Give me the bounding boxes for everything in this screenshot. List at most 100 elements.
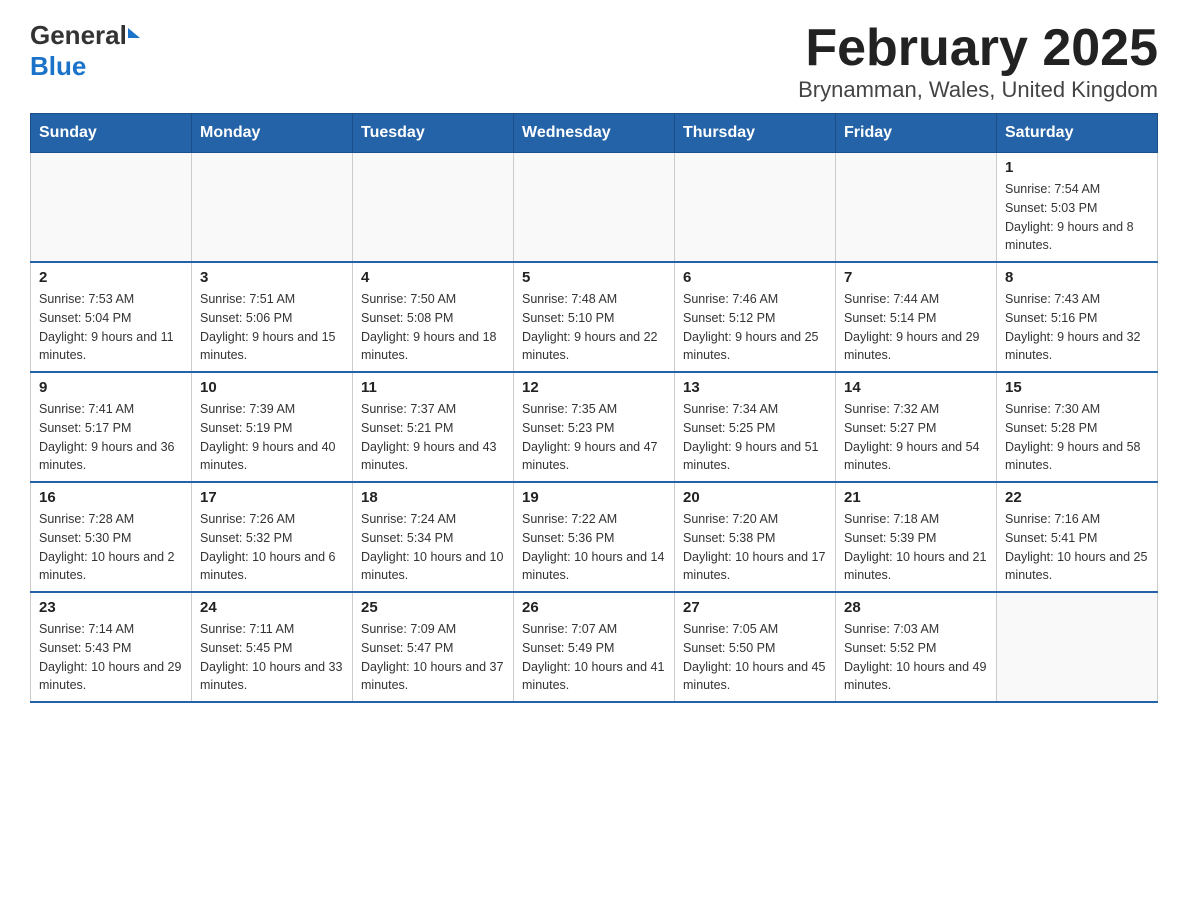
calendar-cell: 4Sunrise: 7:50 AMSunset: 5:08 PMDaylight…	[353, 262, 514, 372]
day-number: 2	[39, 269, 183, 286]
day-info: Sunrise: 7:22 AMSunset: 5:36 PMDaylight:…	[522, 510, 666, 585]
day-info: Sunrise: 7:53 AMSunset: 5:04 PMDaylight:…	[39, 290, 183, 365]
logo-arrow-icon	[128, 28, 140, 38]
day-number: 12	[522, 379, 666, 396]
calendar-body: 1Sunrise: 7:54 AMSunset: 5:03 PMDaylight…	[31, 153, 1158, 703]
calendar-header: Sunday Monday Tuesday Wednesday Thursday…	[31, 114, 1158, 153]
day-info: Sunrise: 7:46 AMSunset: 5:12 PMDaylight:…	[683, 290, 827, 365]
title-block: February 2025 Brynamman, Wales, United K…	[798, 20, 1158, 103]
day-number: 14	[844, 379, 988, 396]
calendar-cell: 3 Sunrise: 7:51 AMSunset: 5:06 PMDaylight…	[192, 262, 353, 372]
week-row-4: 16 Sunrise: 7:28 AMSunset: 5:30 PMDayligh…	[31, 482, 1158, 592]
col-friday: Friday	[836, 114, 997, 153]
day-info: Sunrise: 7:35 AMSunset: 5:23 PMDaylight:…	[522, 400, 666, 475]
calendar-cell: 20 Sunrise: 7:20 AMSunset: 5:38 PMDayligh…	[675, 482, 836, 592]
day-info: Sunrise: 7:07 AMSunset: 5:49 PMDaylight:…	[522, 620, 666, 695]
day-info: Sunrise: 7:28 AMSunset: 5:30 PMDaylight:…	[39, 510, 183, 585]
calendar-cell: 17 Sunrise: 7:26 AMSunset: 5:32 PMDayligh…	[192, 482, 353, 592]
day-info: Sunrise: 7:37 AMSunset: 5:21 PMDaylight:…	[361, 400, 505, 475]
day-info: Sunrise: 7:18 AMSunset: 5:39 PMDaylight:…	[844, 510, 988, 585]
calendar-cell: 14 Sunrise: 7:32 AMSunset: 5:27 PMDayligh…	[836, 372, 997, 482]
calendar-title: February 2025	[798, 20, 1158, 77]
day-info: Sunrise: 7:50 AMSunset: 5:08 PMDaylight:…	[361, 290, 505, 365]
day-info: Sunrise: 7:44 AMSunset: 5:14 PMDaylight:…	[844, 290, 988, 365]
day-number: 24	[200, 599, 344, 616]
calendar-cell: 24 Sunrise: 7:11 AMSunset: 5:45 PMDayligh…	[192, 592, 353, 702]
day-number: 5	[522, 269, 666, 286]
week-row-1: 1Sunrise: 7:54 AMSunset: 5:03 PMDaylight…	[31, 153, 1158, 263]
day-info: Sunrise: 7:39 AMSunset: 5:19 PMDaylight:…	[200, 400, 344, 475]
day-info: Sunrise: 7:26 AMSunset: 5:32 PMDaylight:…	[200, 510, 344, 585]
day-info: Sunrise: 7:30 AMSunset: 5:28 PMDaylight:…	[1005, 400, 1149, 475]
week-row-3: 9Sunrise: 7:41 AMSunset: 5:17 PMDaylight…	[31, 372, 1158, 482]
day-info: Sunrise: 7:32 AMSunset: 5:27 PMDaylight:…	[844, 400, 988, 475]
calendar-cell	[997, 592, 1158, 702]
day-info: Sunrise: 7:16 AMSunset: 5:41 PMDaylight:…	[1005, 510, 1149, 585]
logo-name-blue: Blue	[30, 51, 86, 82]
day-info: Sunrise: 7:09 AMSunset: 5:47 PMDaylight:…	[361, 620, 505, 695]
day-info: Sunrise: 7:48 AMSunset: 5:10 PMDaylight:…	[522, 290, 666, 365]
day-number: 25	[361, 599, 505, 616]
day-number: 28	[844, 599, 988, 616]
day-number: 21	[844, 489, 988, 506]
day-info: Sunrise: 7:03 AMSunset: 5:52 PMDaylight:…	[844, 620, 988, 695]
day-number: 20	[683, 489, 827, 506]
location: Brynamman, Wales, United Kingdom	[798, 77, 1158, 103]
day-info: Sunrise: 7:11 AMSunset: 5:45 PMDaylight:…	[200, 620, 344, 695]
calendar-cell: 26Sunrise: 7:07 AMSunset: 5:49 PMDayligh…	[514, 592, 675, 702]
calendar-cell: 6Sunrise: 7:46 AMSunset: 5:12 PMDaylight…	[675, 262, 836, 372]
calendar-cell: 25 Sunrise: 7:09 AMSunset: 5:47 PMDayligh…	[353, 592, 514, 702]
calendar-cell: 23Sunrise: 7:14 AMSunset: 5:43 PMDayligh…	[31, 592, 192, 702]
calendar-cell: 7 Sunrise: 7:44 AMSunset: 5:14 PMDaylight…	[836, 262, 997, 372]
day-info: Sunrise: 7:41 AMSunset: 5:17 PMDaylight:…	[39, 400, 183, 475]
calendar-cell: 16 Sunrise: 7:28 AMSunset: 5:30 PMDayligh…	[31, 482, 192, 592]
day-number: 3	[200, 269, 344, 286]
calendar-cell: 5 Sunrise: 7:48 AMSunset: 5:10 PMDaylight…	[514, 262, 675, 372]
calendar-cell: 19 Sunrise: 7:22 AMSunset: 5:36 PMDayligh…	[514, 482, 675, 592]
day-number: 23	[39, 599, 183, 616]
calendar-cell: 12 Sunrise: 7:35 AMSunset: 5:23 PMDayligh…	[514, 372, 675, 482]
col-thursday: Thursday	[675, 114, 836, 153]
day-number: 10	[200, 379, 344, 396]
day-info: Sunrise: 7:54 AMSunset: 5:03 PMDaylight:…	[1005, 180, 1149, 255]
logo: General Blue	[30, 20, 140, 82]
header-row: Sunday Monday Tuesday Wednesday Thursday…	[31, 114, 1158, 153]
calendar-cell	[675, 153, 836, 263]
day-number: 18	[361, 489, 505, 506]
day-number: 13	[683, 379, 827, 396]
calendar-cell	[353, 153, 514, 263]
day-number: 17	[200, 489, 344, 506]
day-info: Sunrise: 7:05 AMSunset: 5:50 PMDaylight:…	[683, 620, 827, 695]
calendar-cell: 2 Sunrise: 7:53 AMSunset: 5:04 PMDaylight…	[31, 262, 192, 372]
calendar-cell: 15Sunrise: 7:30 AMSunset: 5:28 PMDayligh…	[997, 372, 1158, 482]
day-number: 19	[522, 489, 666, 506]
day-number: 16	[39, 489, 183, 506]
day-info: Sunrise: 7:43 AMSunset: 5:16 PMDaylight:…	[1005, 290, 1149, 365]
calendar-cell: 28 Sunrise: 7:03 AMSunset: 5:52 PMDayligh…	[836, 592, 997, 702]
calendar-cell: 1Sunrise: 7:54 AMSunset: 5:03 PMDaylight…	[997, 153, 1158, 263]
calendar-cell: 10 Sunrise: 7:39 AMSunset: 5:19 PMDayligh…	[192, 372, 353, 482]
calendar-cell	[192, 153, 353, 263]
calendar-cell: 8 Sunrise: 7:43 AMSunset: 5:16 PMDaylight…	[997, 262, 1158, 372]
day-info: Sunrise: 7:51 AMSunset: 5:06 PMDaylight:…	[200, 290, 344, 365]
col-monday: Monday	[192, 114, 353, 153]
day-info: Sunrise: 7:24 AMSunset: 5:34 PMDaylight:…	[361, 510, 505, 585]
day-number: 8	[1005, 269, 1149, 286]
calendar-cell	[836, 153, 997, 263]
calendar-cell: 27Sunrise: 7:05 AMSunset: 5:50 PMDayligh…	[675, 592, 836, 702]
week-row-5: 23Sunrise: 7:14 AMSunset: 5:43 PMDayligh…	[31, 592, 1158, 702]
col-saturday: Saturday	[997, 114, 1158, 153]
col-tuesday: Tuesday	[353, 114, 514, 153]
col-sunday: Sunday	[31, 114, 192, 153]
calendar-cell	[514, 153, 675, 263]
calendar-cell: 11 Sunrise: 7:37 AMSunset: 5:21 PMDayligh…	[353, 372, 514, 482]
calendar-cell	[31, 153, 192, 263]
day-info: Sunrise: 7:20 AMSunset: 5:38 PMDaylight:…	[683, 510, 827, 585]
day-number: 11	[361, 379, 505, 396]
day-number: 22	[1005, 489, 1149, 506]
day-number: 7	[844, 269, 988, 286]
page-header: General Blue February 2025 Brynamman, Wa…	[30, 20, 1158, 103]
week-row-2: 2 Sunrise: 7:53 AMSunset: 5:04 PMDaylight…	[31, 262, 1158, 372]
calendar-cell: 21 Sunrise: 7:18 AMSunset: 5:39 PMDayligh…	[836, 482, 997, 592]
calendar-cell: 9Sunrise: 7:41 AMSunset: 5:17 PMDaylight…	[31, 372, 192, 482]
